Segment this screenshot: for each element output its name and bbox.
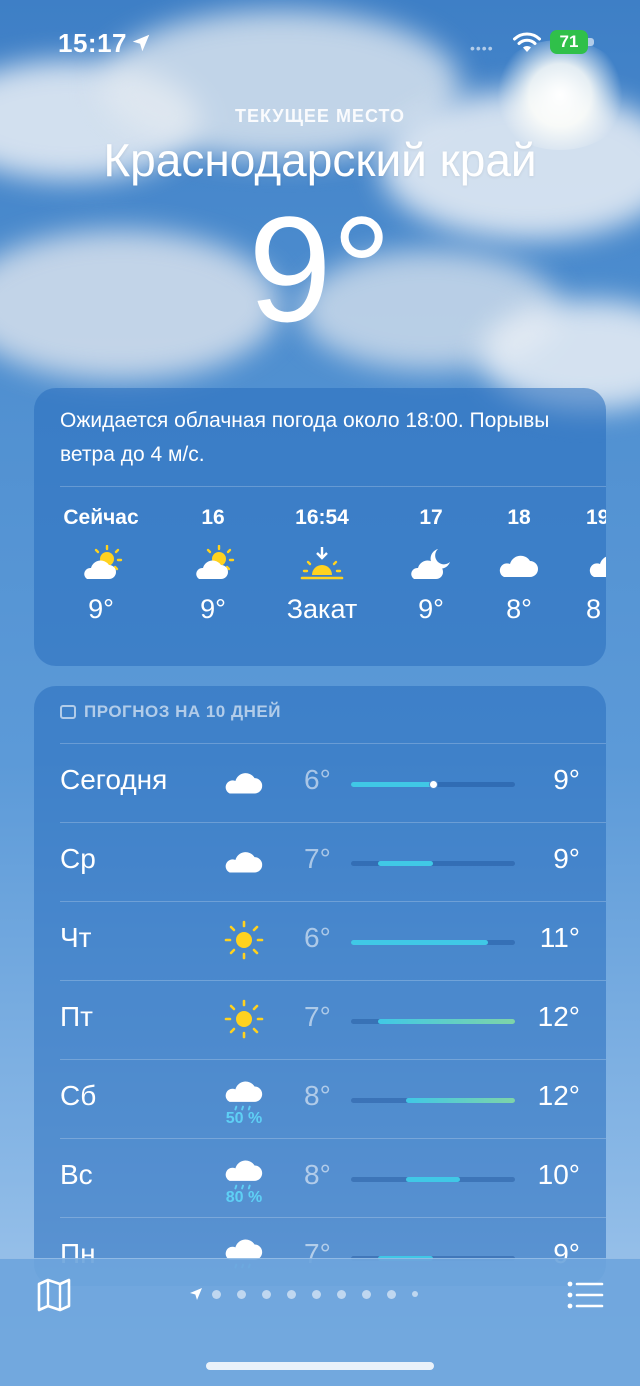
weather-summary: Ожидается облачная погода около 18:00. П…: [60, 409, 550, 466]
sunset-icon: [267, 536, 377, 594]
calendar-icon: [60, 705, 76, 719]
temp-range-fill: [351, 782, 433, 787]
page-dot: [312, 1289, 321, 1299]
forecast-low: 8°: [304, 1159, 331, 1190]
sun-icon: [222, 918, 266, 962]
forecast-header-label: ПРОГНОЗ НА 10 ДНЕЙ: [84, 702, 281, 721]
forecast-high: 11°: [539, 922, 580, 953]
list-icon[interactable]: [566, 1280, 604, 1310]
city-name: Краснодарский край: [103, 134, 537, 186]
cloud-icon: [586, 536, 606, 594]
temp-range-bar: [351, 1019, 515, 1024]
page-dot: [362, 1289, 371, 1299]
forecast-high: 12°: [537, 1001, 580, 1032]
hour-label: Сейчас: [63, 506, 139, 529]
forecast-day: Сегодня: [60, 764, 168, 795]
location-arrow-icon: [190, 1288, 202, 1300]
divider: [60, 486, 606, 487]
temp-range-fill: [351, 940, 488, 945]
hour-label: 16:54: [295, 506, 349, 529]
forecast-day: Чт: [60, 922, 92, 953]
partly-sunny-icon: [158, 536, 268, 594]
hour-item: 19 8: [556, 506, 606, 625]
forecast-day: Ср: [60, 843, 96, 874]
page-dot: [412, 1291, 418, 1297]
hour-item: 16:54 Закат: [267, 506, 377, 625]
battery-tip: [588, 38, 594, 46]
cloud-icon: [222, 760, 266, 804]
hour-temp: Закат: [286, 594, 358, 624]
forecast-row[interactable]: Пт 7° 12°: [34, 981, 606, 1060]
page-dot: [287, 1289, 296, 1299]
forecast-high: 9°: [553, 764, 580, 795]
temp-range-bar: [351, 1177, 515, 1182]
forecast-row[interactable]: Чт 6° 11°: [34, 902, 606, 981]
forecast-high: 10°: [537, 1159, 580, 1190]
cloud-icon: [222, 839, 266, 883]
forecast-day: Сб: [60, 1080, 97, 1111]
forecast-row[interactable]: Сб 50 % 8° 12°: [34, 1060, 606, 1139]
forecast-high: 12°: [537, 1080, 580, 1111]
hour-temp: 8: [586, 594, 602, 624]
current-temperature: 9°: [248, 185, 392, 353]
map-icon[interactable]: [36, 1278, 72, 1312]
temp-range-fill: [405, 1098, 515, 1103]
forecast-row[interactable]: Сегодня 6° 9°: [34, 744, 606, 823]
hour-label: 16: [201, 506, 225, 529]
battery-icon: 71: [550, 30, 588, 54]
status-time: 15:17: [58, 28, 127, 58]
page-dot: [237, 1289, 246, 1299]
temp-range-fill: [378, 1019, 515, 1024]
hour-label: 19: [586, 506, 606, 529]
hourly-forecast-card[interactable]: Ожидается облачная погода около 18:00. П…: [34, 388, 606, 666]
sun-icon: [222, 997, 266, 1041]
current-place-label: ТЕКУЩЕЕ МЕСТО: [234, 106, 406, 126]
ten-day-forecast-card[interactable]: ПРОГНОЗ НА 10 ДНЕЙ Сегодня 6° 9° Ср 7° 9° Чт 6°…: [34, 686, 606, 1286]
forecast-low: 7°: [304, 1001, 331, 1032]
location-header: ТЕКУЩЕЕ МЕСТО Краснодарский край: [0, 106, 640, 187]
forecast-low: 6°: [304, 922, 331, 953]
forecast-low: 7°: [304, 843, 331, 874]
forecast-row[interactable]: Вс 80 % 8° 10°: [34, 1139, 606, 1218]
forecast-day: Пт: [60, 1001, 93, 1032]
page-dot: [337, 1289, 346, 1299]
page-indicator[interactable]: [188, 1286, 426, 1302]
forecast-header: ПРОГНОЗ НА 10 ДНЕЙ: [60, 702, 281, 722]
location-arrow-icon: [132, 34, 150, 52]
temp-range-bar: [351, 861, 515, 866]
page-dot: [212, 1289, 221, 1299]
temp-range-bar: [351, 940, 515, 945]
page-dot: [262, 1289, 271, 1299]
hour-item: Сейчас 9°: [46, 506, 156, 625]
partly-sunny-icon: [46, 536, 156, 594]
page-dot: [387, 1289, 396, 1299]
temp-range-fill: [405, 1177, 461, 1182]
current-temp-dot: [429, 780, 438, 789]
precip-chance: 80 %: [225, 1189, 263, 1206]
wifi-icon: [513, 32, 541, 52]
temp-range-bar: [351, 780, 515, 789]
precip-chance: 50 %: [225, 1110, 263, 1127]
forecast-day: Вс: [60, 1159, 93, 1190]
home-indicator: [206, 1362, 434, 1370]
hour-temp: 9°: [88, 594, 114, 624]
forecast-high: 9°: [553, 843, 580, 874]
hour-temp: 9°: [200, 594, 226, 624]
hour-item: 16 9°: [158, 506, 268, 625]
forecast-row[interactable]: Ср 7° 9°: [34, 823, 606, 902]
cellular-signal-icon: ••••: [470, 40, 494, 56]
forecast-low: 6°: [304, 764, 331, 795]
status-bar: 15:17 •••• 71: [0, 0, 640, 80]
temp-range-bar: [351, 1098, 515, 1103]
temp-range-fill: [378, 861, 433, 866]
forecast-low: 8°: [304, 1080, 331, 1111]
